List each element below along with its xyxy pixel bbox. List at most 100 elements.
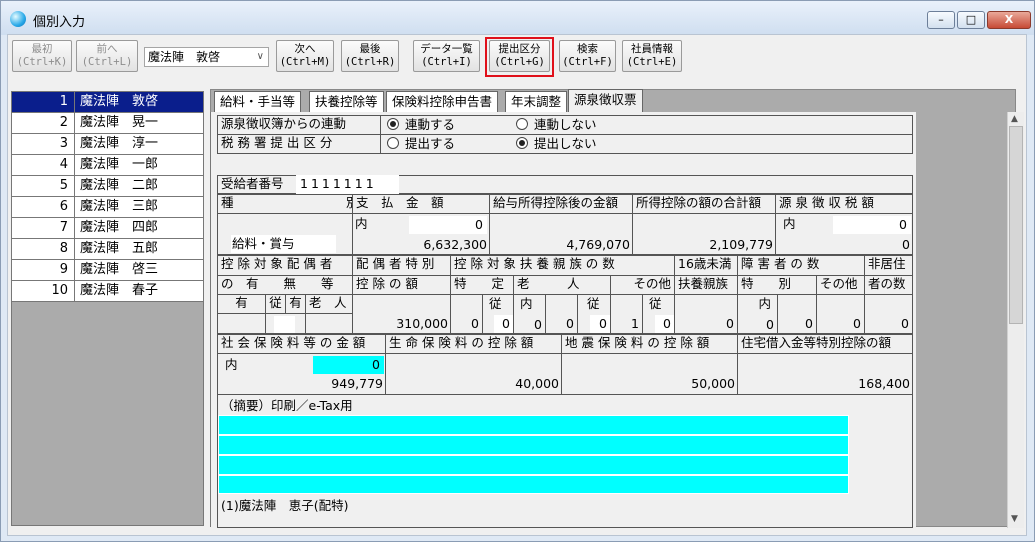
under16-header: 16歳未満: [674, 255, 738, 276]
elderly-b-value: 0: [545, 294, 578, 334]
social-inner-label: 内: [225, 357, 238, 372]
nonresident-header-2: 者の数: [864, 275, 913, 295]
employee-select[interactable]: 魔法陣 敦啓 ∨: [144, 47, 269, 67]
memo-line[interactable]: [218, 435, 849, 455]
memo-line[interactable]: [218, 415, 849, 435]
memo-note: (1)魔法陣 恵子(配特): [221, 498, 349, 513]
disabled-special-header: 特 別: [737, 275, 817, 295]
quake-value: 50,000: [691, 376, 735, 391]
close-button[interactable]: X: [987, 11, 1031, 29]
housing-header: 住宅借入金等特別控除の額: [737, 334, 913, 354]
under16-header-2: 扶養親族: [674, 275, 738, 295]
after-deduction-header: 給与所得控除後の金額: [489, 194, 633, 214]
minimize-button[interactable]: –: [927, 11, 955, 29]
link-on-radio[interactable]: 連動する: [387, 117, 455, 133]
spouse-header-2: の 有 無 等: [217, 275, 353, 295]
tab-salary[interactable]: 給料・手当等: [214, 91, 302, 112]
elderly-inner-label: 内: [520, 296, 533, 311]
radio-checked-icon: [387, 118, 399, 130]
housing-value: 168,400: [858, 376, 910, 391]
office-on-radio[interactable]: 提出する: [387, 136, 455, 152]
employee-row[interactable]: 1 魔法陣 敦啓: [12, 92, 203, 113]
spouse-old-cell: [305, 313, 353, 334]
employee-row[interactable]: 8 魔法陣 五郎: [12, 239, 203, 260]
first-button[interactable]: 最初 (Ctrl+K): [12, 40, 72, 72]
employee-row[interactable]: 6 魔法陣 三郎: [12, 197, 203, 218]
recipient-number[interactable]: 1111111: [296, 175, 400, 194]
highlight-box: [485, 37, 554, 77]
recipient-label: 受給者番号: [217, 175, 297, 194]
employee-row[interactable]: 3 魔法陣 淳一: [12, 134, 203, 155]
scroll-up-icon[interactable]: ▲: [1011, 114, 1018, 124]
employee-row[interactable]: 9 魔法陣 啓三: [12, 260, 203, 281]
elderly-header: 老 人: [513, 275, 611, 295]
prev-button[interactable]: 前へ (Ctrl+L): [76, 40, 138, 72]
life-header: 生 命 保 険 料 の 控 除 額: [385, 334, 562, 354]
tab-dependents[interactable]: 扶養控除等: [309, 91, 384, 112]
employee-row[interactable]: 7 魔法陣 四郎: [12, 218, 203, 239]
nonresident-header: 非居住: [864, 255, 913, 276]
kind-value[interactable]: 給料・賞与: [231, 235, 336, 253]
pay-inner-label: 内: [355, 216, 368, 231]
disabled-inner-value: 0: [766, 317, 774, 332]
office-label: 税 務 署 提 出 区 分: [217, 134, 381, 154]
elderly-value: 0: [534, 317, 542, 332]
social-inner-input[interactable]: 0: [313, 356, 384, 374]
tab-insurance[interactable]: 保険料控除申告書: [386, 91, 499, 112]
radio-unchecked-icon: [387, 137, 399, 149]
scroll-down-icon[interactable]: ▼: [1011, 514, 1018, 524]
under16-value: 0: [674, 294, 738, 334]
maximize-button[interactable]: □: [957, 11, 985, 29]
other-header: その他: [610, 275, 675, 295]
pay-value: 6,632,300: [423, 237, 487, 252]
tax-header: 源 泉 徴 収 税 額: [775, 194, 913, 214]
special-header-2: 控 除 の 額: [352, 275, 451, 295]
tab-year-end[interactable]: 年末調整: [505, 91, 568, 112]
last-button[interactable]: 最後 (Ctrl+R): [341, 40, 399, 72]
link-off-radio[interactable]: 連動しない: [516, 117, 597, 133]
nonresident-value: 0: [864, 294, 913, 334]
employee-row[interactable]: 4 魔法陣 一郎: [12, 155, 203, 176]
specific-header: 特 定: [450, 275, 514, 295]
pay-header: 支 払 金 額: [352, 194, 490, 214]
employee-select-value: 魔法陣 敦啓: [148, 50, 221, 64]
disabled-header: 障 害 者 の 数: [737, 255, 865, 276]
memo-line[interactable]: [218, 475, 849, 494]
office-off-radio[interactable]: 提出しない: [516, 136, 597, 152]
spouse-ju-input[interactable]: [274, 316, 295, 333]
tax-inner-input[interactable]: 0: [833, 216, 911, 234]
search-button[interactable]: 検索 (Ctrl+F): [559, 40, 616, 72]
employee-row[interactable]: 5 魔法陣 二郎: [12, 176, 203, 197]
chevron-down-icon: ∨: [256, 51, 264, 62]
elderly-ju-input[interactable]: 0: [590, 315, 611, 333]
disabled-other-header: その他: [816, 275, 865, 295]
spouse-yes-label: 有: [217, 294, 266, 314]
life-value: 40,000: [515, 376, 559, 391]
radio-unchecked-icon: [516, 118, 528, 130]
office-radio-group: 提出する 提出しない: [380, 134, 913, 154]
employee-row[interactable]: 10 魔法陣 春子: [12, 281, 203, 302]
special-amount: 310,000: [396, 316, 448, 331]
link-label: 源泉徴収簿からの連動: [217, 115, 381, 135]
elderly-cell: 内0: [513, 294, 546, 334]
other-value: 1: [610, 294, 643, 334]
spouse-yes-cell: [217, 313, 266, 334]
employee-info-button[interactable]: 社員情報 (Ctrl+E): [622, 40, 682, 72]
window-title: 個別入力: [33, 15, 86, 30]
pay-inner-input[interactable]: 0: [409, 216, 487, 234]
employee-row[interactable]: 2 魔法陣 晃一: [12, 113, 203, 134]
total-value: 2,109,779: [709, 237, 773, 252]
data-list-button[interactable]: データ一覧 (Ctrl+I): [413, 40, 480, 72]
title-bar[interactable]: 個別入力 – □ X: [1, 1, 1034, 35]
specific-value: 0: [450, 294, 483, 334]
tab-withholding-slip[interactable]: 源泉徴収票: [568, 89, 643, 112]
scrollbar-thumb[interactable]: [1009, 126, 1023, 324]
other-ju-input[interactable]: 0: [655, 315, 675, 333]
dependents-header: 控 除 対 象 扶 養 親 族 の 数: [450, 255, 675, 276]
memo-line[interactable]: [218, 455, 849, 475]
app-globe-icon: [10, 11, 26, 27]
specific-ju-input[interactable]: 0: [494, 315, 514, 333]
quake-header: 地 震 保 険 料 の 控 除 額: [561, 334, 738, 354]
next-button[interactable]: 次へ (Ctrl+M): [276, 40, 334, 72]
total-deduction-header: 所得控除の額の合計額: [632, 194, 776, 214]
